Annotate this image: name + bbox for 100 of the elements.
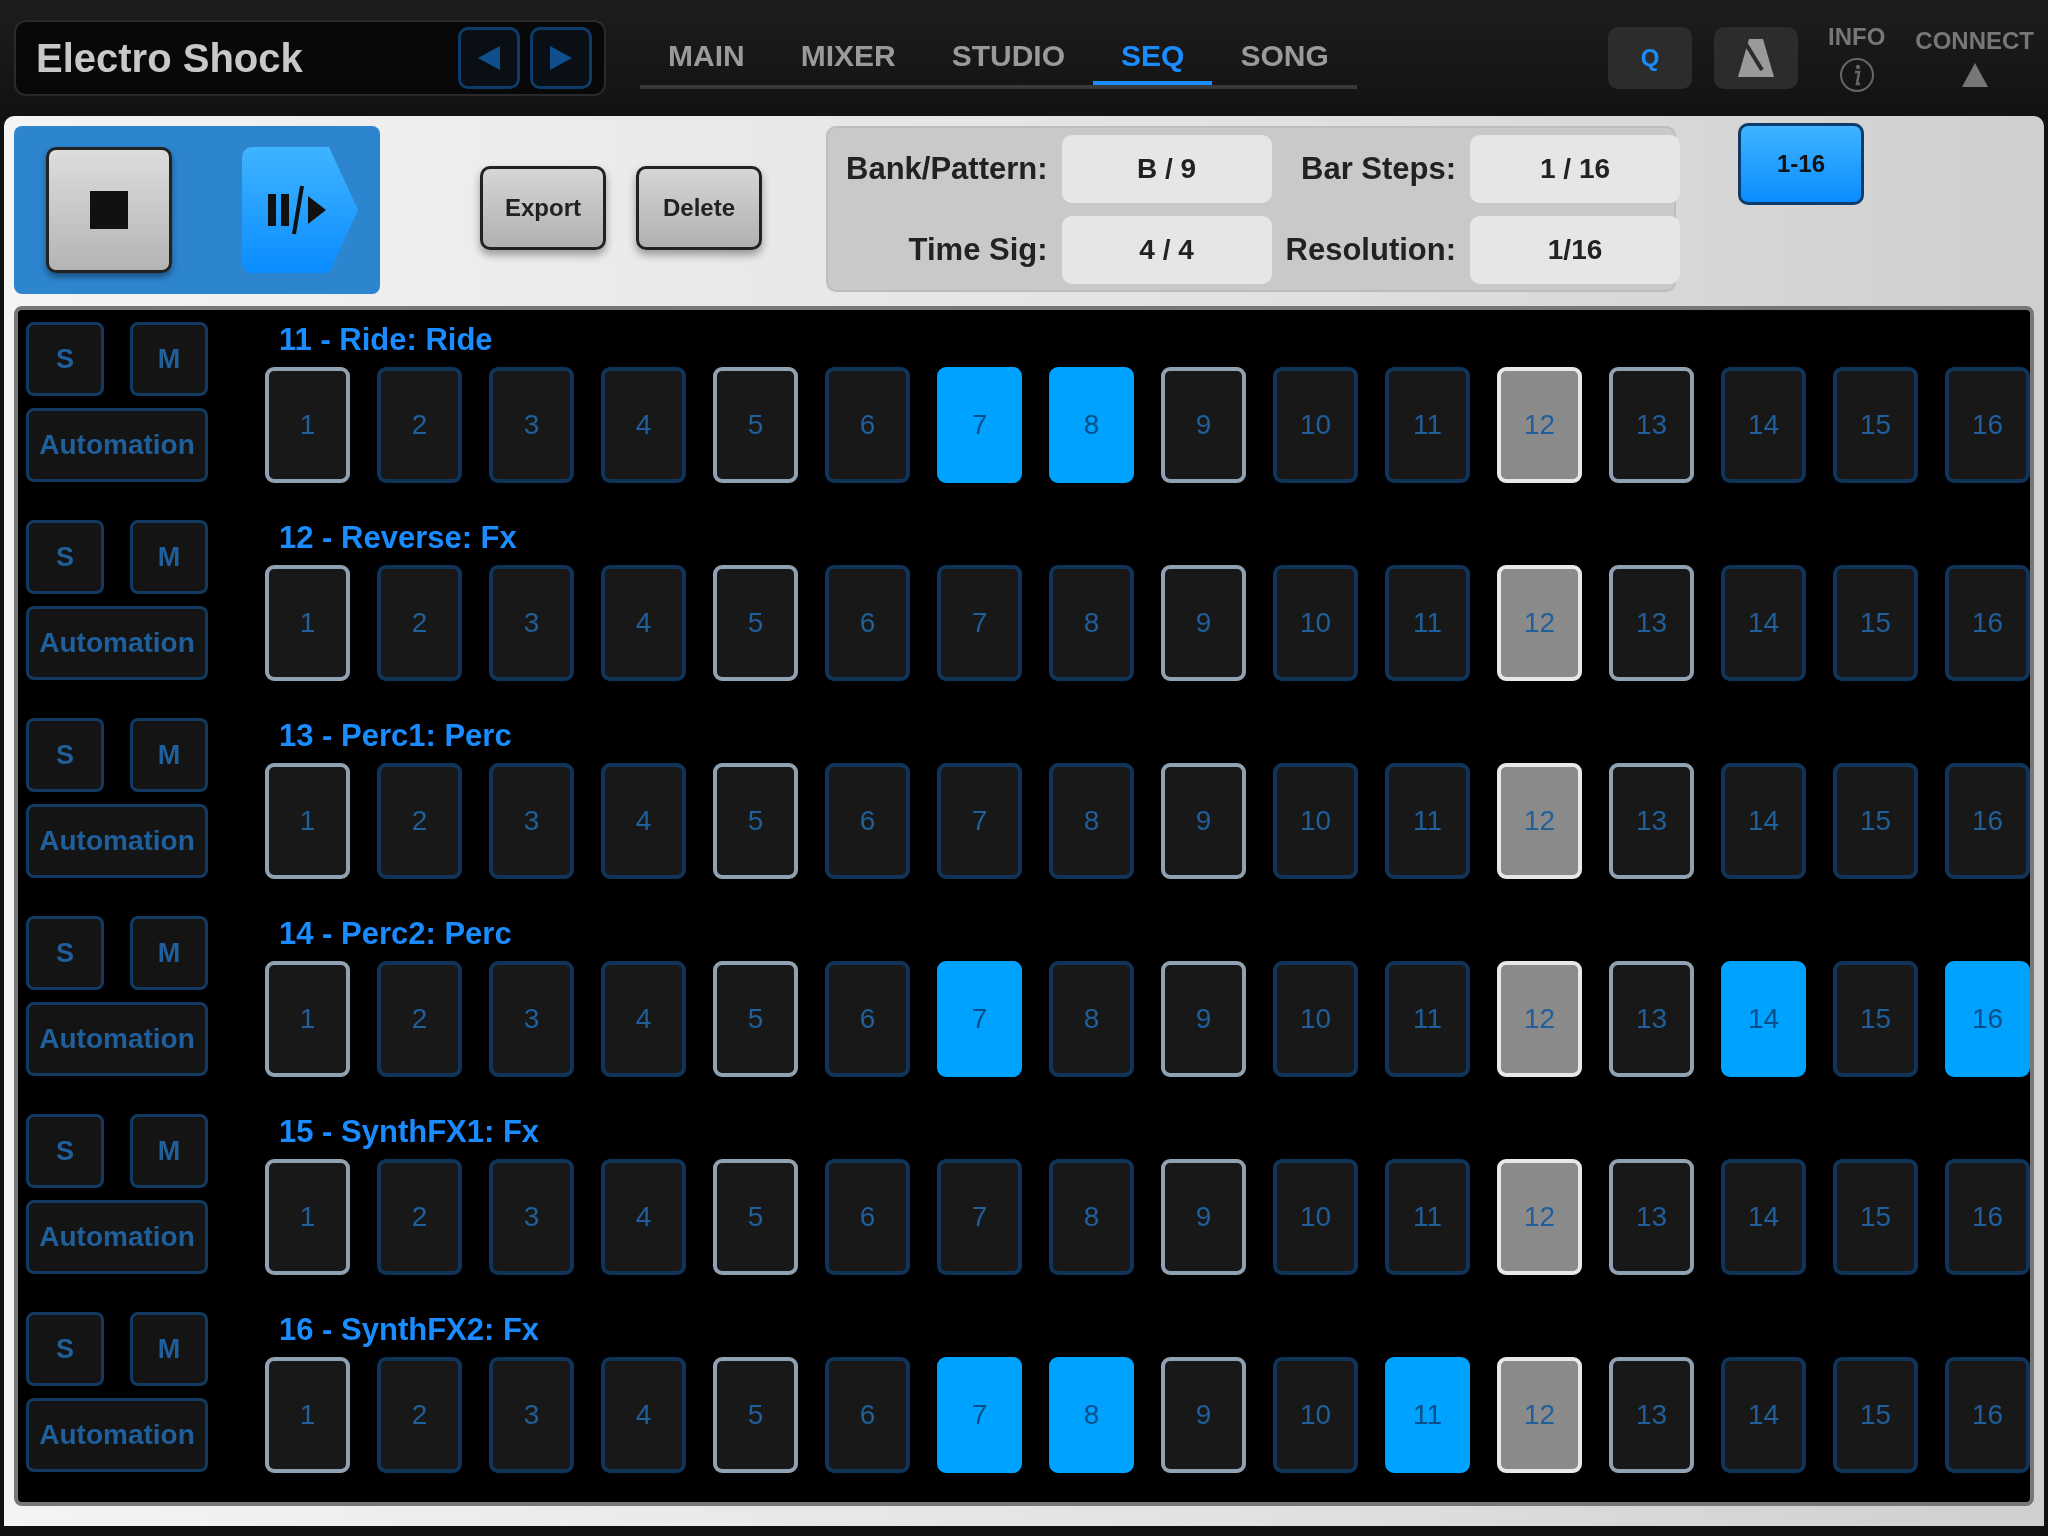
step-button[interactable]: 13 xyxy=(1609,1159,1694,1275)
step-button[interactable]: 7 xyxy=(937,565,1022,681)
step-button[interactable]: 10 xyxy=(1273,367,1358,483)
step-button[interactable]: 5 xyxy=(713,1159,798,1275)
step-button[interactable]: 14 xyxy=(1721,1357,1806,1473)
step-button[interactable]: 3 xyxy=(489,763,574,879)
step-button[interactable]: 15 xyxy=(1833,1357,1918,1473)
mute-button[interactable]: M xyxy=(130,322,208,396)
metronome-button[interactable] xyxy=(1714,27,1798,89)
step-button[interactable]: 7 xyxy=(937,367,1022,483)
nav-tab[interactable]: MIXER xyxy=(772,27,924,85)
bar-range-button[interactable]: 1-16 xyxy=(1738,123,1864,205)
step-button[interactable]: 12 xyxy=(1497,763,1582,879)
automation-button[interactable]: Automation xyxy=(26,804,208,878)
step-button[interactable]: 8 xyxy=(1049,1159,1134,1275)
quantize-button[interactable]: Q xyxy=(1608,27,1692,89)
automation-button[interactable]: Automation xyxy=(26,1398,208,1472)
step-button[interactable]: 1 xyxy=(265,565,350,681)
step-button[interactable]: 1 xyxy=(265,961,350,1077)
step-button[interactable]: 9 xyxy=(1161,1357,1246,1473)
step-button[interactable]: 15 xyxy=(1833,1159,1918,1275)
step-button[interactable]: 12 xyxy=(1497,565,1582,681)
step-button[interactable]: 8 xyxy=(1049,1357,1134,1473)
step-button[interactable]: 6 xyxy=(825,565,910,681)
step-button[interactable]: 6 xyxy=(825,1159,910,1275)
mute-button[interactable]: M xyxy=(130,1114,208,1188)
step-button[interactable]: 2 xyxy=(377,961,462,1077)
solo-button[interactable]: S xyxy=(26,1312,104,1386)
step-button[interactable]: 11 xyxy=(1385,763,1470,879)
step-button[interactable]: 15 xyxy=(1833,565,1918,681)
step-button[interactable]: 14 xyxy=(1721,961,1806,1077)
step-button[interactable]: 12 xyxy=(1497,1357,1582,1473)
step-button[interactable]: 2 xyxy=(377,763,462,879)
mute-button[interactable]: M xyxy=(130,916,208,990)
step-button[interactable]: 5 xyxy=(713,565,798,681)
step-button[interactable]: 16 xyxy=(1945,565,2030,681)
step-button[interactable]: 6 xyxy=(825,763,910,879)
step-button[interactable]: 16 xyxy=(1945,367,2030,483)
solo-button[interactable]: S xyxy=(26,1114,104,1188)
step-button[interactable]: 14 xyxy=(1721,1159,1806,1275)
connect-button[interactable]: CONNECT xyxy=(1915,27,2034,89)
step-button[interactable]: 8 xyxy=(1049,367,1134,483)
step-button[interactable]: 9 xyxy=(1161,565,1246,681)
step-button[interactable]: 16 xyxy=(1945,961,2030,1077)
automation-button[interactable]: Automation xyxy=(26,606,208,680)
step-button[interactable]: 12 xyxy=(1497,367,1582,483)
step-button[interactable]: 5 xyxy=(713,961,798,1077)
step-button[interactable]: 13 xyxy=(1609,1357,1694,1473)
step-button[interactable]: 6 xyxy=(825,367,910,483)
step-button[interactable]: 8 xyxy=(1049,763,1134,879)
step-button[interactable]: 5 xyxy=(713,1357,798,1473)
step-button[interactable]: 16 xyxy=(1945,1357,2030,1473)
step-button[interactable]: 5 xyxy=(713,763,798,879)
nav-tab[interactable]: STUDIO xyxy=(923,27,1093,85)
play-pause-button[interactable] xyxy=(242,147,358,273)
step-button[interactable]: 6 xyxy=(825,1357,910,1473)
step-button[interactable]: 2 xyxy=(377,565,462,681)
step-button[interactable]: 14 xyxy=(1721,763,1806,879)
step-button[interactable]: 4 xyxy=(601,1159,686,1275)
step-button[interactable]: 12 xyxy=(1497,1159,1582,1275)
step-button[interactable]: 5 xyxy=(713,367,798,483)
step-button[interactable]: 7 xyxy=(937,763,1022,879)
step-button[interactable]: 11 xyxy=(1385,961,1470,1077)
nav-tab[interactable]: SEQ xyxy=(1093,27,1213,85)
step-button[interactable]: 13 xyxy=(1609,565,1694,681)
step-button[interactable]: 8 xyxy=(1049,961,1134,1077)
action-button[interactable]: Export xyxy=(480,166,606,250)
step-button[interactable]: 4 xyxy=(601,565,686,681)
step-button[interactable]: 13 xyxy=(1609,367,1694,483)
automation-button[interactable]: Automation xyxy=(26,408,208,482)
step-button[interactable]: 9 xyxy=(1161,763,1246,879)
step-button[interactable]: 10 xyxy=(1273,763,1358,879)
step-button[interactable]: 3 xyxy=(489,367,574,483)
step-button[interactable]: 13 xyxy=(1609,763,1694,879)
step-button[interactable]: 1 xyxy=(265,1159,350,1275)
step-button[interactable]: 7 xyxy=(937,961,1022,1077)
step-button[interactable]: 1 xyxy=(265,1357,350,1473)
step-button[interactable]: 16 xyxy=(1945,763,2030,879)
step-button[interactable]: 11 xyxy=(1385,367,1470,483)
step-button[interactable]: 9 xyxy=(1161,961,1246,1077)
step-button[interactable]: 3 xyxy=(489,1357,574,1473)
step-button[interactable]: 11 xyxy=(1385,565,1470,681)
step-button[interactable]: 1 xyxy=(265,763,350,879)
solo-button[interactable]: S xyxy=(26,520,104,594)
step-button[interactable]: 15 xyxy=(1833,961,1918,1077)
solo-button[interactable]: S xyxy=(26,322,104,396)
step-button[interactable]: 9 xyxy=(1161,1159,1246,1275)
step-button[interactable]: 13 xyxy=(1609,961,1694,1077)
stop-button[interactable] xyxy=(46,147,172,273)
automation-button[interactable]: Automation xyxy=(26,1002,208,1076)
solo-button[interactable]: S xyxy=(26,916,104,990)
solo-button[interactable]: S xyxy=(26,718,104,792)
step-button[interactable]: 2 xyxy=(377,1357,462,1473)
step-button[interactable]: 4 xyxy=(601,763,686,879)
mute-button[interactable]: M xyxy=(130,520,208,594)
step-button[interactable]: 12 xyxy=(1497,961,1582,1077)
step-button[interactable]: 10 xyxy=(1273,1357,1358,1473)
step-button[interactable]: 4 xyxy=(601,1357,686,1473)
step-button[interactable]: 2 xyxy=(377,367,462,483)
step-button[interactable]: 3 xyxy=(489,1159,574,1275)
